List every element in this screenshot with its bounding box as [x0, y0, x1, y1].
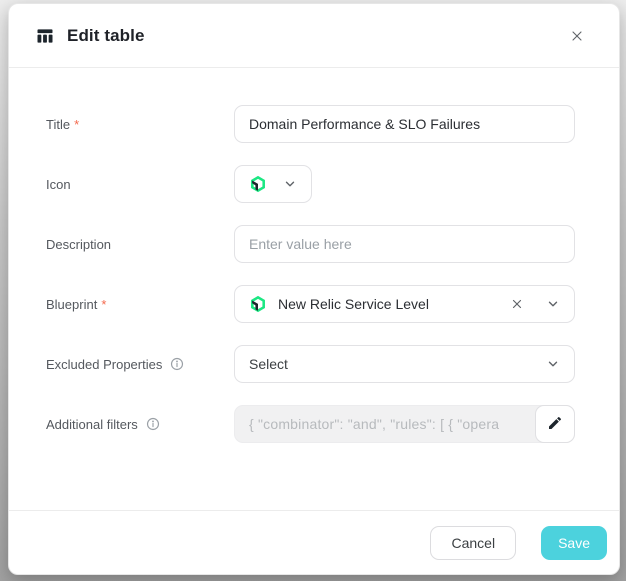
blueprint-select[interactable]: New Relic Service Level — [234, 285, 575, 323]
info-icon — [146, 417, 160, 431]
modal-title: Edit table — [67, 26, 563, 46]
info-icon — [170, 357, 184, 371]
new-relic-logo-icon — [249, 295, 267, 313]
field-row-additional-filters: Additional filters { "combinator": "and"… — [38, 405, 575, 443]
blueprint-label: Blueprint* — [38, 297, 234, 312]
chevron-down-icon — [546, 297, 560, 311]
modal-footer: Cancel Save — [9, 510, 619, 574]
title-input[interactable] — [234, 105, 575, 143]
icon-select[interactable] — [234, 165, 312, 203]
edit-filters-button[interactable] — [535, 405, 575, 443]
blueprint-value: New Relic Service Level — [278, 296, 510, 312]
field-row-description: Description — [38, 225, 575, 263]
description-input[interactable] — [234, 225, 575, 263]
edit-table-modal: Edit table Title* Icon — [8, 3, 620, 575]
save-button[interactable]: Save — [541, 526, 607, 560]
description-label: Description — [38, 237, 234, 252]
excluded-properties-select[interactable]: Select — [234, 345, 575, 383]
modal-header: Edit table — [9, 4, 619, 68]
field-row-excluded-properties: Excluded Properties Select — [38, 345, 575, 383]
excluded-properties-label: Excluded Properties — [38, 357, 234, 372]
modal-body: Title* Icon — [9, 68, 619, 510]
chevron-down-icon — [546, 357, 560, 371]
required-asterisk: * — [74, 117, 79, 132]
title-label: Title* — [38, 117, 234, 132]
icon-label: Icon — [38, 177, 234, 192]
field-row-blueprint: Blueprint* New Relic Service Level — [38, 285, 575, 323]
field-row-title: Title* — [38, 105, 575, 143]
additional-filters-json: { "combinator": "and", "rules": [ { "ope… — [249, 416, 499, 432]
field-row-icon: Icon — [38, 165, 575, 203]
new-relic-logo-icon — [249, 175, 267, 193]
additional-filters-label: Additional filters — [38, 417, 234, 432]
clear-icon[interactable] — [510, 297, 524, 311]
pencil-icon — [547, 415, 563, 434]
additional-filters-preview: { "combinator": "and", "rules": [ { "ope… — [234, 405, 575, 443]
excluded-properties-placeholder: Select — [249, 356, 546, 372]
table-icon — [35, 26, 55, 46]
cancel-button[interactable]: Cancel — [430, 526, 516, 560]
chevron-down-icon — [283, 177, 297, 191]
required-asterisk: * — [101, 297, 106, 312]
close-icon[interactable] — [563, 22, 591, 50]
